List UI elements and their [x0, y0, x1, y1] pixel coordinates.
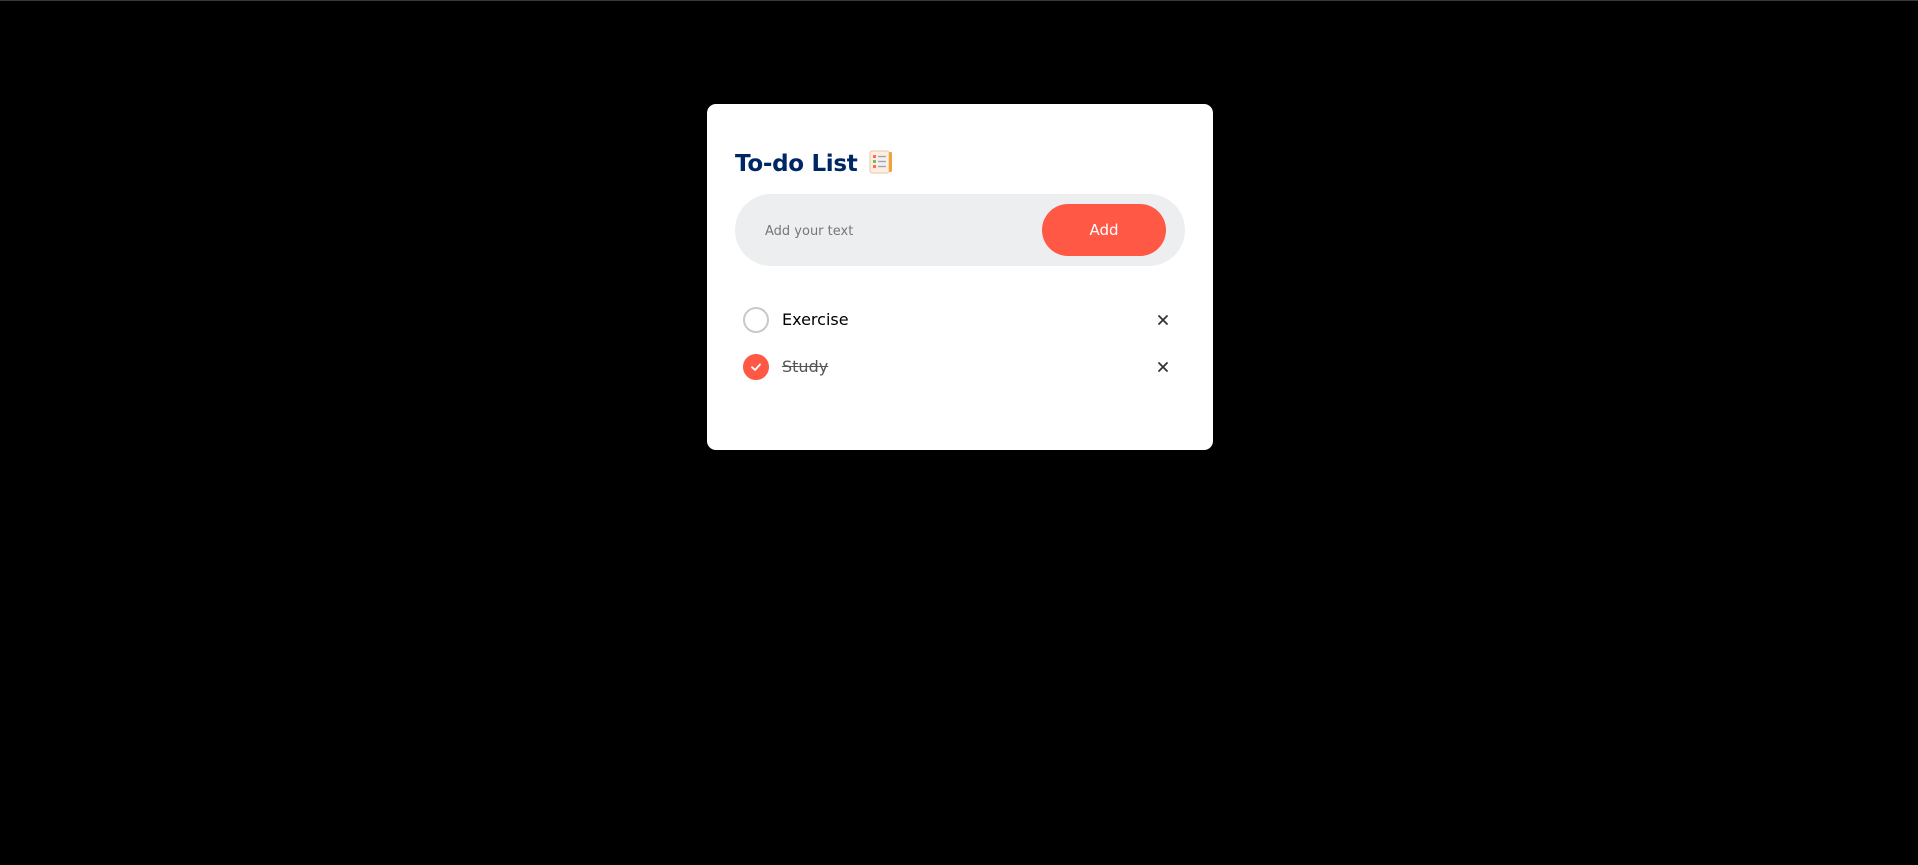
todo-text-input[interactable] [763, 216, 1037, 246]
todo-item-text: Study [782, 357, 829, 376]
todo-item-text: Exercise [782, 310, 849, 329]
todo-item-study[interactable]: Study [743, 343, 1177, 390]
add-todo-bar: Add [735, 194, 1185, 266]
app-title: To-do List [735, 151, 858, 177]
app-header: To-do List [735, 140, 893, 188]
checked-circle-icon[interactable] [743, 353, 769, 380]
todo-item-exercise[interactable]: Exercise [743, 296, 1177, 343]
add-button[interactable]: Add [1042, 204, 1166, 256]
close-icon[interactable] [1149, 353, 1177, 381]
todo-app-card: To-do List Add Exercise [707, 104, 1213, 450]
window-top-border [0, 0, 1918, 1]
unchecked-circle-icon[interactable] [743, 306, 769, 333]
todo-list: Exercise Study [743, 296, 1177, 390]
close-icon[interactable] [1149, 306, 1177, 334]
checklist-notepad-icon [867, 149, 893, 179]
